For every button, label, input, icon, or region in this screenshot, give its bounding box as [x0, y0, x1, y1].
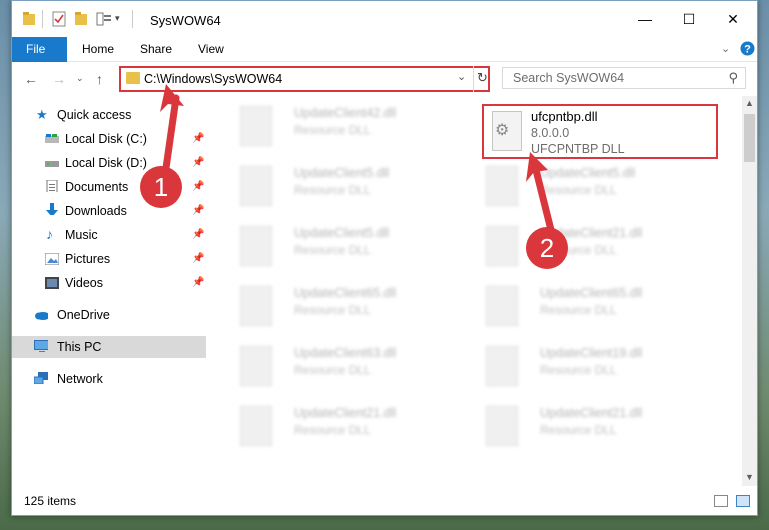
step-marker-1: 1: [140, 166, 182, 208]
annotation-arrows: [160, 84, 557, 242]
step-marker-2: 2: [526, 227, 568, 269]
